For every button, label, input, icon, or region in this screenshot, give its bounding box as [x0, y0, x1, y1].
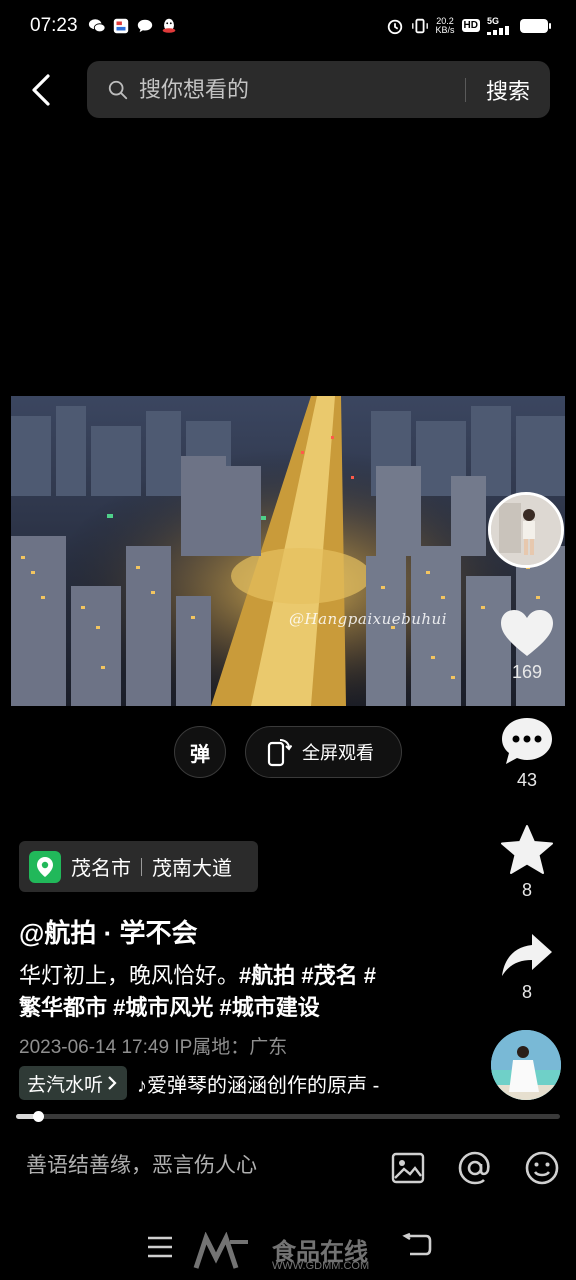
signal-indicator: 5G [487, 16, 513, 35]
favorite-count: 8 [521, 880, 532, 900]
back-button[interactable] [24, 70, 58, 110]
ip-location: IP属地：广东 [174, 1037, 288, 1058]
hashtag[interactable]: #城市风光 [113, 995, 213, 1020]
hashtag[interactable]: #茂名 [301, 963, 357, 988]
music-avatar-image [491, 1030, 561, 1100]
post-datetime: 2023-06-14 17:49 [19, 1037, 170, 1058]
music-row: 去汽水听 ♪爱弹琴的涵涵创作的原声 - [19, 1066, 379, 1100]
progress-thumb[interactable] [33, 1111, 44, 1122]
music-track-title[interactable]: ♪爱弹琴的涵涵创作的原声 - [137, 1069, 379, 1098]
app-icon [113, 18, 128, 34]
location-road: 茂南大道 [152, 858, 232, 880]
search-divider [464, 77, 466, 102]
share-button[interactable]: 8 [496, 932, 558, 1003]
search-input[interactable] [139, 76, 465, 103]
status-system-icons: 20.2 KB/s HD 5G [386, 16, 551, 35]
status-time: 07:23 [30, 15, 78, 36]
signal-bars-icon [487, 26, 509, 35]
emoji-button[interactable] [522, 1148, 562, 1188]
message-icon [137, 19, 152, 33]
author-avatar[interactable] [488, 492, 564, 568]
hashtag[interactable]: 繁华都市 [19, 995, 107, 1020]
hashtag[interactable]: # [364, 963, 376, 988]
wechat-icon [88, 19, 106, 33]
heart-icon [501, 610, 553, 656]
danmaku-label: 弹 [190, 743, 210, 766]
like-button[interactable]: 169 [496, 608, 558, 683]
chevron-left-icon [32, 74, 50, 106]
site-logo-icon [193, 1232, 248, 1269]
qq-icon [162, 18, 175, 33]
location-city: 茂名市 [71, 858, 131, 880]
location-chip[interactable]: 茂名市 茂南大道 [19, 841, 258, 892]
search-bar[interactable]: 搜索 [87, 61, 550, 118]
image-icon [391, 1152, 425, 1184]
mention-button[interactable] [455, 1148, 495, 1188]
open-music-app-button[interactable]: 去汽水听 [19, 1066, 128, 1100]
post-meta: 2023-06-14 17:49 IP属地：广东 [19, 1032, 287, 1059]
danmaku-toggle-button[interactable]: 弹 [174, 726, 226, 778]
like-count: 169 [511, 662, 543, 682]
post-caption: 华灯初上，晚风恰好。#航拍 #茂名 # 繁华都市 #城市风光 #城市建设 [19, 960, 459, 1024]
comment-input[interactable] [26, 1145, 356, 1187]
emoji-icon [525, 1151, 559, 1185]
net-speed: 20.2 KB/s [435, 16, 455, 35]
site-watermark-url: WWW.GDMM.COM [272, 1260, 370, 1272]
star-icon [501, 825, 553, 874]
nav-menu-icon[interactable] [146, 1234, 174, 1260]
status-notification-icons [88, 17, 178, 35]
chevron-right-icon [108, 1076, 117, 1090]
location-separator [141, 857, 142, 876]
comment-icon [502, 718, 552, 764]
video-progress-bar[interactable] [16, 1111, 560, 1122]
fullscreen-label: 全屏观看 [302, 743, 374, 763]
comment-count: 43 [516, 770, 538, 790]
video-watermark: @Hangpaixuebuhui [289, 610, 448, 628]
at-sign-icon [458, 1151, 490, 1185]
alarm-icon [387, 19, 402, 34]
comment-button[interactable]: 43 [496, 716, 558, 791]
author-avatar-image [491, 495, 561, 565]
net-speed-unit: KB/s [435, 24, 455, 35]
image-button[interactable] [388, 1148, 428, 1188]
search-button[interactable]: 搜索 [486, 74, 530, 106]
rotate-phone-icon [267, 739, 292, 767]
share-arrow-icon [502, 934, 552, 976]
nav-back-icon[interactable] [402, 1232, 432, 1260]
music-chip-label: 去汽水听 [27, 1074, 104, 1096]
battery-icon [520, 18, 551, 33]
fullscreen-button[interactable]: 全屏观看 [245, 726, 402, 778]
search-icon [108, 80, 128, 99]
hashtag[interactable]: #城市建设 [220, 995, 320, 1020]
location-pin-icon [29, 850, 61, 883]
hd-badge: HD [461, 19, 480, 32]
caption-text: 华灯初上，晚风恰好。 [19, 963, 240, 988]
share-count: 8 [521, 982, 532, 1002]
hashtag[interactable]: #航拍 [239, 963, 295, 988]
vibrate-icon [411, 18, 428, 33]
video-frame-city-night [11, 396, 565, 706]
network-type-label: 5G [487, 16, 500, 26]
site-watermark-logo: 食品在线 WWW.GDMM.COM [192, 1232, 392, 1276]
status-bar: 07:23 20.2 KB/s HD 5G [0, 0, 576, 52]
favorite-button[interactable]: 8 [496, 824, 558, 901]
video-player[interactable]: @Hangpaixuebuhui [11, 396, 565, 706]
music-avatar[interactable] [491, 1030, 561, 1100]
author-name[interactable]: @航拍 · 学不会 [19, 913, 197, 950]
